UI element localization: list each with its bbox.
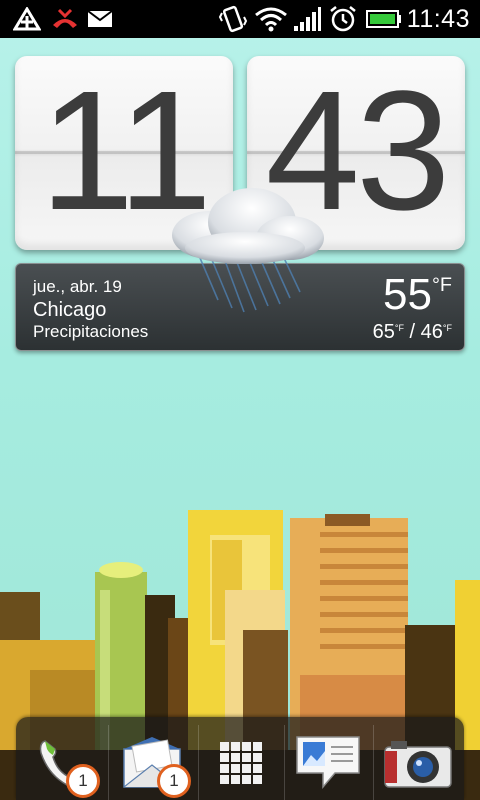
camera-app-button[interactable] <box>378 725 458 800</box>
battery-icon <box>366 6 402 32</box>
rain-cloud-icon <box>172 188 324 313</box>
mail-icon <box>86 6 114 32</box>
low-temperature: 46 <box>420 321 443 343</box>
high-temperature: 65 <box>372 321 395 343</box>
signal-icon <box>292 6 322 32</box>
dock-divider <box>284 725 285 800</box>
low-unit: °F <box>442 322 452 333</box>
range-separator: / <box>403 321 421 343</box>
weather-date: jue., abr. 19 <box>33 277 122 296</box>
temperature-unit: °F <box>432 273 452 296</box>
phone-badge: 1 <box>66 764 100 798</box>
status-bar[interactable]: 11:43 <box>0 0 480 38</box>
status-time: 11:43 <box>406 5 470 33</box>
grid-icon <box>220 741 262 784</box>
camera-icon <box>384 740 452 788</box>
alarm-icon <box>328 6 358 32</box>
weather-condition: Precipitaciones <box>33 322 149 341</box>
weather-city: Chicago <box>33 299 107 321</box>
message-icon <box>296 735 360 789</box>
missed-call-icon <box>50 6 80 32</box>
app-dock: 1 1 <box>16 717 464 800</box>
mail-badge: 1 <box>157 764 191 798</box>
current-temperature: 55°F <box>383 270 452 320</box>
vibrate-icon <box>218 5 248 33</box>
messages-app-button[interactable] <box>288 725 368 800</box>
temperature-range: 65°F / 46°F <box>373 321 452 344</box>
dock-divider <box>108 725 109 800</box>
app-alert-icon <box>12 6 42 32</box>
wifi-icon <box>254 6 288 32</box>
high-unit: °F <box>394 322 404 333</box>
all-apps-button[interactable] <box>201 725 281 800</box>
dock-divider <box>198 725 199 800</box>
temperature-value: 55 <box>383 270 432 319</box>
dock-divider <box>373 725 374 800</box>
